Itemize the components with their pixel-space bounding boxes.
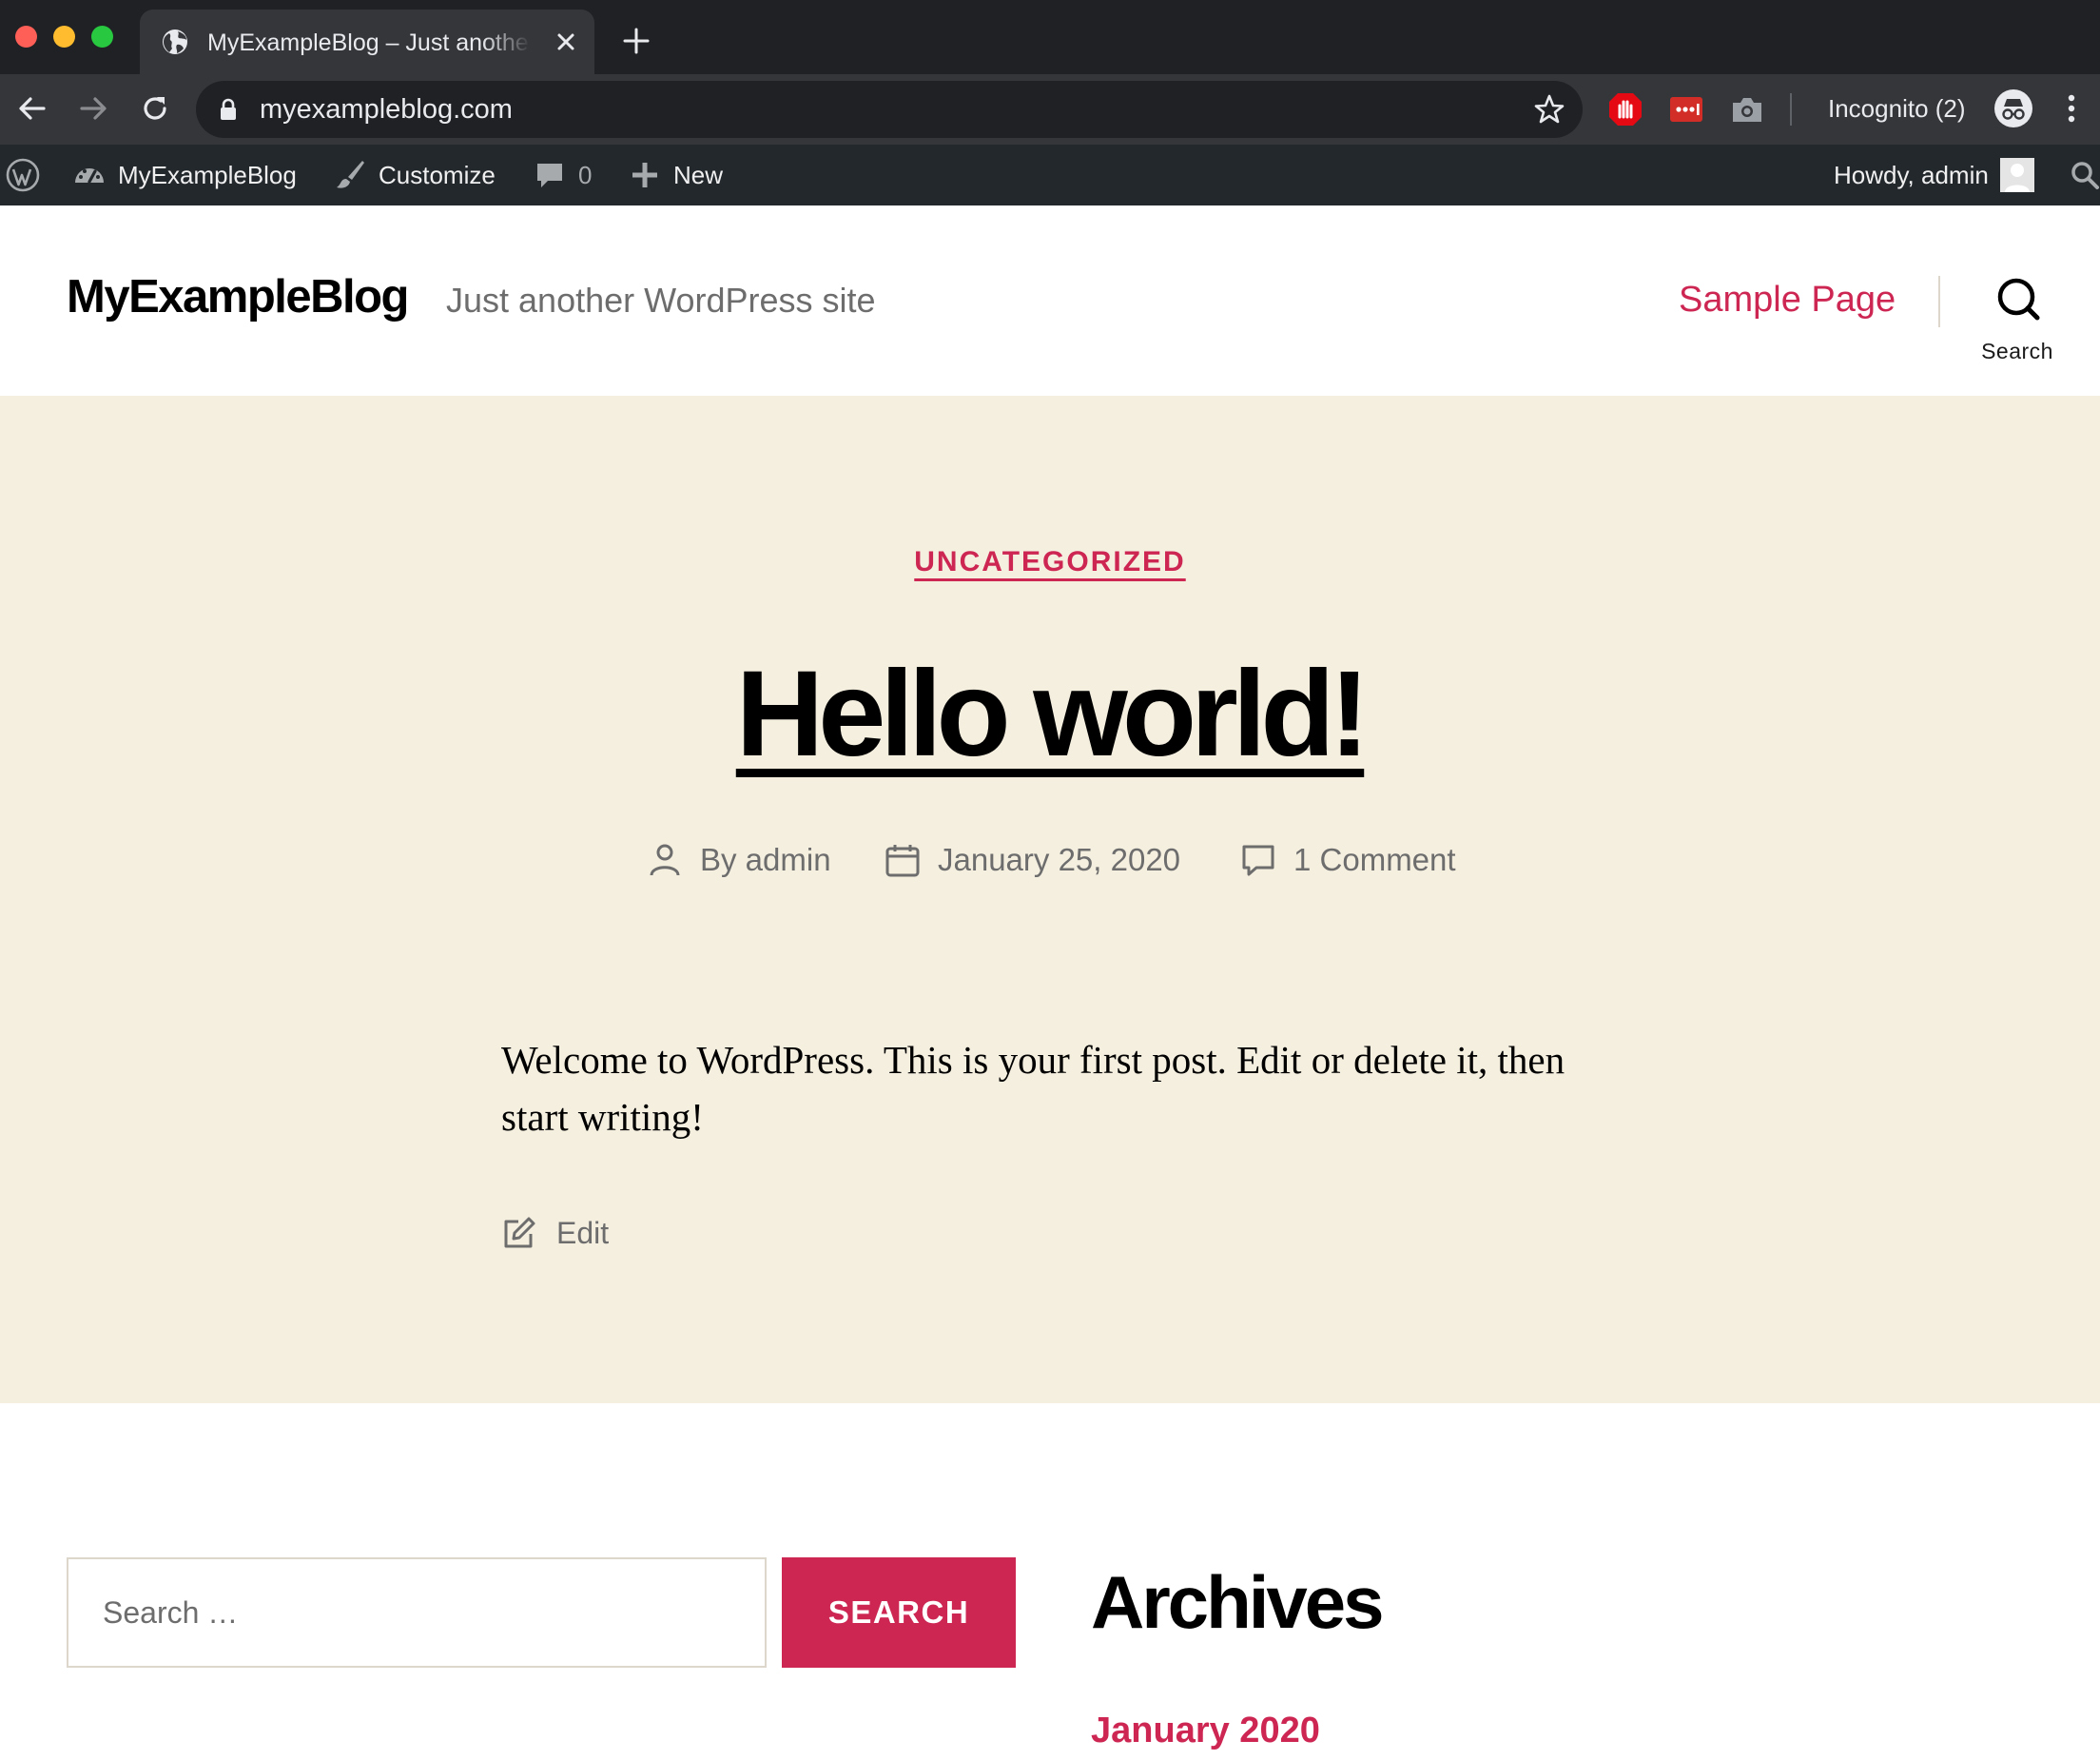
admin-bar-search[interactable] [2070, 145, 2100, 205]
header-search-label: Search [1981, 339, 2053, 363]
admin-bar-new-label: New [673, 161, 724, 189]
comment-icon [1242, 845, 1274, 876]
window-minimize-button[interactable] [53, 26, 75, 48]
plus-icon [632, 163, 657, 187]
post-category-link[interactable]: UNCATEGORIZED [914, 546, 1185, 577]
admin-bar-customize[interactable]: Customize [333, 145, 496, 205]
admin-bar-new[interactable]: New [628, 145, 723, 205]
paintbrush-icon [337, 161, 364, 188]
back-arrow-icon[interactable] [15, 91, 49, 126]
post-edit-label: Edit [556, 1215, 610, 1250]
admin-bar-comments[interactable]: 0 [533, 145, 592, 205]
url-text: myexampleblog.com [260, 94, 513, 125]
widget-search-input[interactable] [67, 1557, 767, 1668]
dashboard-icon [75, 168, 104, 184]
post-title-link[interactable]: Hello world! [736, 646, 1370, 782]
globe-icon [163, 29, 187, 54]
nav-link-sample-page[interactable]: Sample Page [1679, 278, 1896, 322]
site-title[interactable]: MyExampleBlog [67, 268, 409, 325]
post-meta-date[interactable]: January 25, 2020 [885, 837, 1180, 883]
admin-bar-site-name[interactable]: MyExampleBlog [72, 145, 297, 205]
admin-bar-howdy: Howdy, admin [1834, 161, 1989, 189]
footer-widgets: SEARCH Archives January 2020 [0, 1403, 2100, 1760]
admin-bar-comment-count: 0 [578, 161, 593, 189]
wordpress-logo-icon [6, 158, 40, 192]
admin-bar-my-account[interactable]: Howdy, admin [1834, 145, 2034, 205]
post-meta-author[interactable]: By admin [647, 837, 831, 883]
post-content: Welcome to WordPress. This is your first… [501, 1038, 1565, 1139]
browser-toolbar: myexampleblog.com Incognito (2) [0, 74, 2100, 145]
toolbar-divider [1790, 93, 1792, 126]
incognito-label[interactable]: Incognito (2) [1828, 91, 1966, 126]
incognito-icon[interactable] [1993, 88, 2033, 128]
wp-admin-bar: MyExampleBlog Customize 0 New Howdy, adm… [0, 145, 2100, 205]
forward-arrow-icon[interactable] [76, 91, 110, 126]
header-divider [1938, 276, 1940, 327]
widget-search-button[interactable]: SEARCH [782, 1557, 1016, 1668]
tab-title: MyExampleBlog – Just another WordPress s… [207, 29, 531, 56]
window-close-button[interactable] [15, 26, 37, 48]
new-tab-icon[interactable] [623, 28, 650, 54]
post-meta-comments[interactable]: 1 Comment [1240, 837, 1456, 883]
admin-bar-customize-label: Customize [379, 161, 496, 189]
post-title-wrap: Hello world! [0, 643, 2100, 786]
wp-logo-menu[interactable] [6, 145, 40, 205]
camera-extension-icon[interactable] [1729, 91, 1765, 127]
edit-icon [504, 1217, 535, 1248]
browser-tab-bar: MyExampleBlog – Just another WordPress s… [0, 0, 2100, 74]
lastpass-extension-icon[interactable] [1668, 91, 1704, 127]
site-description: Just another WordPress site [446, 281, 876, 320]
close-icon[interactable] [552, 28, 580, 56]
lock-icon[interactable] [219, 98, 238, 121]
menu-kebab-icon[interactable] [2062, 90, 2081, 127]
calendar-icon [885, 845, 920, 877]
admin-bar-site-name-label: MyExampleBlog [118, 161, 297, 189]
search-icon [2071, 162, 2099, 189]
comment-bubble-icon [537, 164, 562, 187]
post-category-wrap: UNCATEGORIZED [0, 546, 2100, 578]
site-header: MyExampleBlog Just another WordPress sit… [0, 205, 2100, 396]
bookmark-star-icon[interactable] [1533, 93, 1565, 126]
search-icon [1997, 278, 2040, 321]
post-article: UNCATEGORIZED Hello world! By admin Janu… [0, 396, 2100, 1403]
header-search-toggle[interactable]: Search [1974, 276, 2060, 371]
user-icon [650, 844, 680, 876]
browser-tab-active[interactable]: MyExampleBlog – Just another WordPress s… [140, 10, 594, 74]
address-bar[interactable]: myexampleblog.com [196, 81, 1583, 138]
post-edit-link[interactable]: Edit [501, 1212, 609, 1254]
archives-widget-title: Archives [1091, 1560, 1385, 1644]
post-comments: 1 Comment [1293, 842, 1456, 877]
window-zoom-button[interactable] [91, 26, 113, 48]
reload-icon[interactable] [138, 91, 172, 126]
post-author: By admin [700, 842, 831, 877]
post-date: January 25, 2020 [938, 842, 1181, 877]
adblock-extension-icon[interactable] [1607, 91, 1643, 127]
archive-link-january-2020[interactable]: January 2020 [1091, 1710, 1320, 1751]
avatar [1999, 158, 2034, 192]
